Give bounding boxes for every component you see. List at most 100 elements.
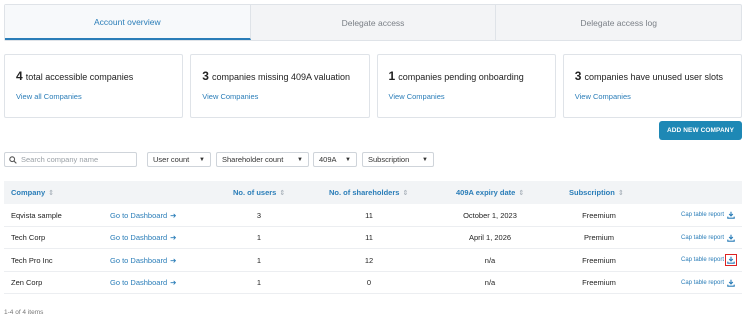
expiry-date: April 1, 2026	[468, 233, 512, 242]
shareholders-count: 11	[365, 210, 373, 220]
card-count: 4	[16, 69, 23, 83]
header-label: Company	[11, 188, 46, 197]
card-title: 1 companies pending onboarding	[389, 69, 545, 83]
header-label: No. of users	[233, 188, 277, 197]
sort-icon: ⇕	[279, 190, 286, 197]
link-label: Go to Dashboard	[110, 210, 168, 220]
card-title: 3 companies have unused user slots	[575, 69, 731, 83]
cap-table-report-link[interactable]: Cap table report	[681, 227, 735, 249]
link-label: Cap table report	[681, 212, 725, 218]
go-to-dashboard-link[interactable]: Go to Dashboard ➔	[110, 272, 176, 294]
header-label: Subscription	[569, 188, 615, 197]
tab-delegate-access[interactable]: Delegate access	[251, 5, 497, 40]
view-companies-link[interactable]: View Companies	[202, 92, 358, 101]
card-title: 4 total accessible companies	[16, 69, 172, 83]
shareholder-count-filter[interactable]: Shareholder count ▼	[216, 152, 309, 167]
download-icon[interactable]	[727, 279, 735, 287]
column-header-409a-expiry[interactable]: 409A expiry date ⇕	[456, 188, 524, 197]
arrow-right-icon: ➔	[170, 233, 177, 242]
table-row: Tech Pro Inc Go to Dashboard ➔ 1 12 n/a F…	[4, 249, 742, 272]
column-header-company[interactable]: Company ⇕	[11, 188, 54, 197]
column-header-shareholders[interactable]: No. of shareholders ⇕	[329, 188, 408, 197]
shareholders-count: 12	[364, 255, 374, 265]
sort-icon: ⇕	[48, 190, 55, 197]
download-icon[interactable]	[727, 211, 735, 219]
view-all-companies-link[interactable]: View all Companies	[16, 92, 172, 101]
arrow-right-icon: ➔	[170, 210, 177, 220]
card-title: 3 companies missing 409A valuation	[202, 69, 358, 83]
go-to-dashboard-link[interactable]: Go to Dashboard ➔	[110, 249, 176, 271]
arrow-right-icon: ➔	[170, 255, 177, 265]
expiry-date: n/a	[484, 255, 496, 265]
subscription: Freemium	[582, 278, 616, 287]
add-new-company-button[interactable]: ADD NEW COMPANY	[659, 121, 742, 140]
summary-card-pending-onboarding: 1 companies pending onboarding View Compa…	[376, 54, 556, 118]
card-count: 3	[574, 69, 582, 83]
summary-card-accessible: 4 total accessible companies View all Com…	[4, 54, 184, 118]
link-label: Go to Dashboard	[110, 278, 168, 287]
link-label: Go to Dashboard	[110, 255, 168, 265]
search-input[interactable]	[21, 155, 131, 164]
summary-card-unused-slots: 3 companies have unused user slots View C…	[562, 54, 742, 118]
shareholders-count: 11	[365, 233, 373, 242]
link-label: Cap table report	[681, 257, 725, 263]
users-count: 3	[256, 210, 262, 220]
companies-table: Company ⇕ No. of users ⇕ No. of shareholde…	[4, 181, 742, 294]
tab-delegate-access-log[interactable]: Delegate access log	[496, 5, 741, 40]
sort-icon: ⇕	[518, 190, 525, 197]
search-box	[4, 152, 137, 167]
card-text: total accessible companies	[25, 72, 134, 82]
sort-icon: ⇕	[402, 190, 409, 197]
header-label: No. of shareholders	[329, 188, 400, 197]
card-text: companies have unused user slots	[584, 72, 724, 82]
view-companies-link[interactable]: View Companies	[389, 92, 545, 101]
pagination-info: 1-4 of 4 items	[4, 309, 44, 316]
subscription-filter[interactable]: Subscription ▼	[362, 152, 434, 167]
table-row: Eqvista sample Go to Dashboard ➔ 3 11 Oct…	[4, 204, 742, 227]
company-name: Tech Corp	[11, 233, 46, 242]
column-header-subscription[interactable]: Subscription ⇕	[569, 188, 624, 197]
table-header: Company ⇕ No. of users ⇕ No. of shareholde…	[4, 181, 742, 204]
expiry-date: n/a	[484, 278, 496, 287]
tab-account-overview[interactable]: Account overview	[5, 5, 251, 40]
cap-table-report-link[interactable]: Cap table report	[681, 272, 735, 294]
card-text: companies pending onboarding	[398, 72, 524, 82]
409a-filter[interactable]: 409A ▼	[313, 152, 357, 167]
tab-bar: Account overview Delegate access Delegat…	[4, 4, 742, 41]
link-label: Go to Dashboard	[110, 233, 168, 242]
card-count: 3	[202, 69, 209, 83]
company-name: Tech Pro Inc	[11, 255, 53, 265]
table-row: Tech Corp Go to Dashboard ➔ 1 11 April 1,…	[4, 227, 742, 249]
filter-label: Subscription	[368, 155, 410, 164]
cap-table-report-link[interactable]: Cap table report	[681, 249, 738, 271]
caret-down-icon: ▼	[345, 156, 351, 163]
table-row: Zen Corp Go to Dashboard ➔ 1 0 n/a Freemi…	[4, 272, 742, 294]
download-icon[interactable]	[725, 254, 738, 266]
header-label: 409A expiry date	[456, 188, 516, 197]
caret-down-icon: ▼	[297, 156, 303, 163]
subscription: Premium	[583, 233, 614, 242]
users-count: 1	[256, 233, 262, 242]
caret-down-icon: ▼	[199, 156, 205, 163]
summary-card-missing-409a: 3 companies missing 409A valuation View C…	[190, 54, 370, 118]
link-label: Cap table report	[681, 279, 725, 286]
filter-label: Shareholder count	[222, 155, 284, 164]
company-name: Zen Corp	[11, 278, 43, 287]
view-companies-link[interactable]: View Companies	[575, 92, 731, 101]
user-count-filter[interactable]: User count ▼	[147, 152, 211, 167]
shareholders-count: 0	[366, 278, 372, 287]
company-name: Eqvista sample	[11, 210, 62, 220]
cap-table-report-link[interactable]: Cap table report	[681, 204, 735, 226]
column-header-users[interactable]: No. of users ⇕	[233, 188, 285, 197]
card-count: 1	[388, 69, 396, 83]
arrow-right-icon: ➔	[170, 278, 177, 287]
download-icon[interactable]	[727, 234, 735, 242]
go-to-dashboard-link[interactable]: Go to Dashboard ➔	[110, 204, 176, 226]
go-to-dashboard-link[interactable]: Go to Dashboard ➔	[110, 227, 176, 249]
summary-cards: 4 total accessible companies View all Com…	[4, 54, 742, 118]
expiry-date: October 1, 2023	[463, 210, 517, 220]
filter-label: User count	[153, 155, 190, 164]
link-label: Cap table report	[681, 234, 725, 241]
caret-down-icon: ▼	[422, 156, 428, 163]
users-count: 1	[256, 278, 262, 287]
